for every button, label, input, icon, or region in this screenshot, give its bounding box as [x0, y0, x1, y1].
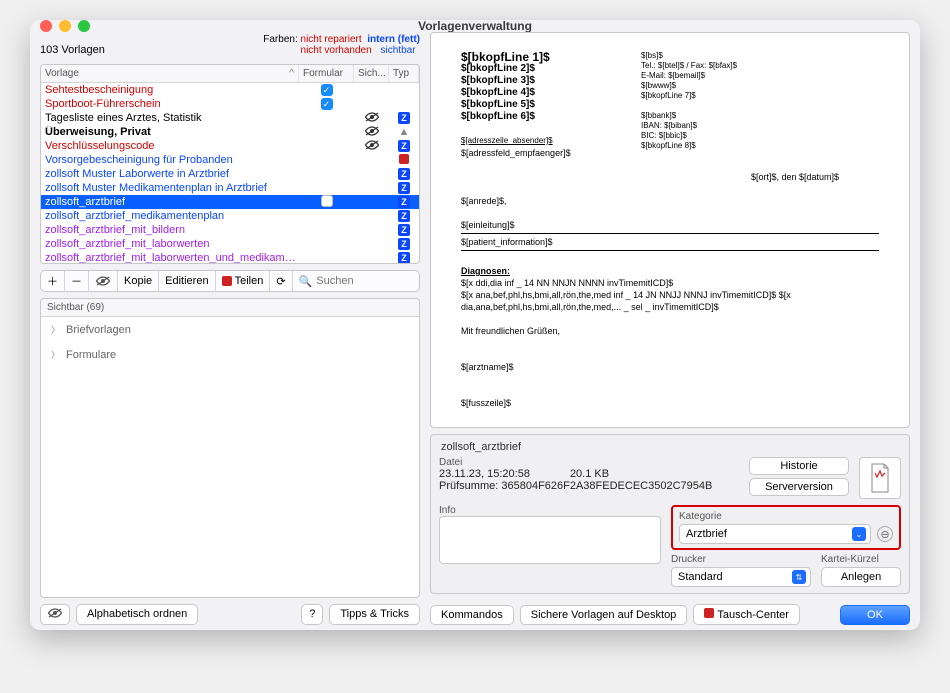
- datei-label: Datei: [439, 457, 739, 468]
- kategorie-remove-button[interactable]: ⊖: [877, 526, 893, 542]
- checksum-value: 365804F626F2A38FEDECEC3502C7954B: [501, 480, 712, 492]
- chevron-right-icon: 〉: [51, 323, 60, 336]
- kategorie-select[interactable]: Arztbrief ⌄: [679, 524, 871, 544]
- table-row[interactable]: Tagesliste eines Arztes, StatistikZ: [41, 111, 419, 125]
- template-preview: $[bkopfLine 1]$ $[bkopfLine 2]$ $[bkopfL…: [430, 32, 910, 428]
- share-icon: [222, 276, 232, 286]
- ok-button[interactable]: OK: [840, 605, 910, 625]
- detail-name: zollsoft_arztbrief: [439, 441, 901, 457]
- kartei-label: Kartei-Kürzel: [821, 554, 901, 565]
- tausch-button[interactable]: Tausch-Center: [693, 604, 800, 625]
- tree-item-briefvorlagen[interactable]: 〉Briefvorlagen: [41, 317, 419, 342]
- table-row[interactable]: zollsoft Muster Medikamentenplan in Arzt…: [41, 181, 419, 195]
- templates-toolbar: ＋ － Kopie Editieren Teilen ⟳ 🔍: [40, 270, 420, 292]
- search-field[interactable]: 🔍: [293, 271, 420, 291]
- table-row[interactable]: Überweisung, Privat▲: [41, 125, 419, 139]
- tree-item-formulare[interactable]: 〉Formulare: [41, 342, 419, 367]
- refresh-button[interactable]: ⟳: [270, 271, 292, 291]
- search-icon: 🔍: [299, 275, 313, 288]
- tree-header: Sichtbar (69): [41, 299, 419, 317]
- visible-tree: Sichtbar (69) 〉Briefvorlagen 〉Formulare: [40, 298, 420, 598]
- file-date: 23.11.23, 15:20:58: [439, 468, 530, 480]
- serverversion-button[interactable]: Serverversion: [749, 478, 849, 496]
- column-formular[interactable]: Formular: [299, 65, 354, 82]
- chevron-down-icon: ⌄: [852, 527, 866, 541]
- kategorie-label: Kategorie: [679, 511, 893, 522]
- table-row[interactable]: zollsoft_arztbrief_medikamentenplanZ: [41, 209, 419, 223]
- tips-button[interactable]: Tipps & Tricks: [329, 604, 420, 625]
- remove-button[interactable]: －: [65, 271, 89, 291]
- file-size: 20.1 KB: [570, 468, 609, 480]
- detail-panel: zollsoft_arztbrief Datei 23.11.23, 15:20…: [430, 434, 910, 594]
- document-icon[interactable]: [859, 457, 901, 499]
- table-row[interactable]: Sehtestbescheinigung✓: [41, 83, 419, 97]
- edit-button[interactable]: Editieren: [159, 271, 215, 291]
- copy-button[interactable]: Kopie: [118, 271, 159, 291]
- table-row[interactable]: zollsoft_arztbrief_mit_bildernZ: [41, 223, 419, 237]
- drucker-select[interactable]: Standard ⇅: [671, 567, 811, 587]
- anlegen-button[interactable]: Anlegen: [821, 567, 901, 587]
- table-row[interactable]: Sportboot-Führerschein✓: [41, 97, 419, 111]
- kategorie-highlight: Kategorie Arztbrief ⌄ ⊖: [671, 505, 901, 550]
- column-vorlage[interactable]: Vorlage ^: [41, 65, 299, 82]
- template-count: 103 Vorlagen: [40, 44, 105, 56]
- alpha-sort-button[interactable]: Alphabetisch ordnen: [76, 604, 198, 625]
- table-row[interactable]: zollsoft_arztbrief_mit_laborwerten_und_m…: [41, 251, 419, 263]
- kommandos-button[interactable]: Kommandos: [430, 605, 514, 625]
- table-row[interactable]: zollsoft_arztbriefZ: [41, 195, 419, 209]
- help-button[interactable]: ?: [301, 604, 323, 625]
- color-legend: Farben: nicht repariert intern (fett) Fa…: [263, 34, 420, 56]
- templates-table: Vorlage ^ Formular Sich... Typ Sehtestbe…: [40, 64, 420, 264]
- chevron-updown-icon: ⇅: [792, 570, 806, 584]
- visibility-toggle-button[interactable]: [40, 604, 70, 625]
- table-row[interactable]: VerschlüsselungscodeZ: [41, 139, 419, 153]
- sichere-button[interactable]: Sichere Vorlagen auf Desktop: [520, 605, 688, 625]
- chevron-right-icon: 〉: [51, 348, 60, 361]
- share-button[interactable]: Teilen: [216, 271, 271, 291]
- checksum-label: Prüfsumme:: [439, 480, 498, 492]
- table-row[interactable]: Vorsorgebescheinigung für Probanden: [41, 153, 419, 167]
- column-typ[interactable]: Typ: [389, 65, 419, 82]
- info-textarea[interactable]: [439, 516, 661, 564]
- table-row[interactable]: zollsoft Muster Laborwerte in ArztbriefZ: [41, 167, 419, 181]
- add-button[interactable]: ＋: [41, 271, 65, 291]
- drucker-label: Drucker: [671, 554, 811, 565]
- table-row[interactable]: zollsoft_arztbrief_mit_laborwertenZ: [41, 237, 419, 251]
- column-sichtbar[interactable]: Sich...: [354, 65, 389, 82]
- info-label: Info: [439, 505, 661, 516]
- visibility-button[interactable]: [89, 271, 118, 291]
- historie-button[interactable]: Historie: [749, 457, 849, 475]
- search-input[interactable]: [316, 275, 420, 287]
- tausch-icon: [704, 608, 714, 618]
